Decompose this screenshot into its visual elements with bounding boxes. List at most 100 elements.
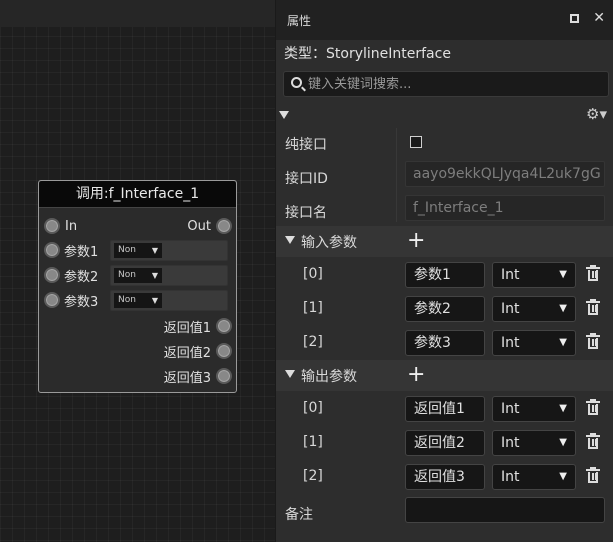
caret-down-icon: ▼ xyxy=(559,337,567,348)
caret-down-icon: ▼ xyxy=(151,271,158,280)
out-pin-label: Out xyxy=(187,218,211,234)
input-name-field-2[interactable]: 参数3 xyxy=(405,330,485,356)
input-type-2: Int xyxy=(501,335,520,351)
param-row-1: 参数1 Non ▼ xyxy=(44,238,234,262)
param-type-3: Non xyxy=(118,295,136,305)
output-name-field-0[interactable]: 返回值1 xyxy=(405,396,485,422)
graph-canvas[interactable]: 调用:f_Interface_1 In Out 参数1 Non ▼ 参数2 Non… xyxy=(0,0,275,542)
output-name-field-2[interactable]: 返回值3 xyxy=(405,464,485,490)
output-type-select-1[interactable]: Int ▼ xyxy=(492,430,576,456)
input-params-section[interactable]: 输入参数 + xyxy=(276,226,613,257)
return-label-3: 返回值3 xyxy=(163,370,211,386)
input-type-select-1[interactable]: Int ▼ xyxy=(492,296,576,322)
input-index-2: [2] xyxy=(303,334,323,350)
interface-id-label: 接口ID xyxy=(285,171,328,187)
param-label-1: 参数1 xyxy=(64,244,99,260)
close-icon[interactable]: ✕ xyxy=(593,11,605,25)
expand-triangle-icon[interactable] xyxy=(285,236,295,244)
out-pin[interactable] xyxy=(216,218,232,234)
trash-icon[interactable] xyxy=(586,265,600,282)
param-pin-1[interactable] xyxy=(44,242,60,258)
input-type-1: Int xyxy=(501,301,520,317)
caret-down-icon: ▼ xyxy=(559,437,567,448)
return-label-1: 返回值1 xyxy=(163,320,211,336)
panel-toolbar: ⚙▾ xyxy=(275,103,613,125)
in-pin[interactable] xyxy=(44,218,60,234)
in-pin-label: In xyxy=(65,218,78,234)
input-type-select-0[interactable]: Int ▼ xyxy=(492,262,576,288)
pure-interface-checkbox[interactable] xyxy=(410,136,422,148)
input-name-field-0[interactable]: 参数1 xyxy=(405,262,485,288)
pure-interface-row: 纯接口 xyxy=(276,126,613,160)
output-index-2: [2] xyxy=(303,468,323,484)
param-type-dropdown-1[interactable]: Non ▼ xyxy=(110,240,228,261)
param-pin-2[interactable] xyxy=(44,267,60,283)
output-index-1: [1] xyxy=(303,434,323,450)
param-type-1: Non xyxy=(118,245,136,255)
out-pin-row: Out xyxy=(187,214,232,238)
return-row-2: 返回值2 xyxy=(164,339,232,363)
trash-icon[interactable] xyxy=(586,333,600,350)
caret-down-icon: ▼ xyxy=(559,303,567,314)
output-type-0: Int xyxy=(501,401,520,417)
caret-down-icon: ▼ xyxy=(559,403,567,414)
param-label-3: 参数3 xyxy=(64,294,99,310)
search-box[interactable] xyxy=(283,71,609,97)
output-type-select-2[interactable]: Int ▼ xyxy=(492,464,576,490)
caret-down-icon: ▼ xyxy=(151,246,158,255)
return-pin-2[interactable] xyxy=(216,343,232,359)
param-pin-3[interactable] xyxy=(44,292,60,308)
caret-down-icon: ▼ xyxy=(559,471,567,482)
panel-header: 属性 ✕ xyxy=(276,0,613,40)
output-params-title: 输出参数 xyxy=(301,369,357,385)
output-type-2: Int xyxy=(501,469,520,485)
add-output-param-icon[interactable]: + xyxy=(407,364,425,386)
input-type-0: Int xyxy=(501,267,520,283)
return-label-2: 返回值2 xyxy=(163,345,211,361)
search-icon xyxy=(291,77,302,88)
trash-icon[interactable] xyxy=(586,299,600,316)
output-index-0: [0] xyxy=(303,400,323,416)
in-pin-row: In xyxy=(44,214,77,238)
return-row-3: 返回值3 xyxy=(164,364,232,388)
type-label: 类型：StorylineInterface xyxy=(284,46,451,62)
return-pin-3[interactable] xyxy=(216,368,232,384)
input-index-1: [1] xyxy=(303,300,323,316)
panel-title: 属性 xyxy=(287,13,312,28)
trash-icon[interactable] xyxy=(586,399,600,416)
collapse-all-icon[interactable] xyxy=(279,111,289,119)
note-field[interactable] xyxy=(405,497,605,523)
maximize-icon[interactable] xyxy=(570,13,580,23)
canvas-top-bar xyxy=(0,0,275,27)
add-input-param-icon[interactable]: + xyxy=(407,230,425,252)
input-type-select-2[interactable]: Int ▼ xyxy=(492,330,576,356)
output-type-select-0[interactable]: Int ▼ xyxy=(492,396,576,422)
return-row-1: 返回值1 xyxy=(164,314,232,338)
interface-id-field[interactable]: aayo9ekkQLJyqa4L2uk7gG xyxy=(405,161,605,187)
interface-call-node[interactable]: 调用:f_Interface_1 In Out 参数1 Non ▼ 参数2 Non… xyxy=(38,180,237,393)
return-pin-1[interactable] xyxy=(216,318,232,334)
input-params-title: 输入参数 xyxy=(301,235,357,251)
trash-icon[interactable] xyxy=(586,467,600,484)
input-name-field-1[interactable]: 参数2 xyxy=(405,296,485,322)
note-label: 备注 xyxy=(285,507,313,523)
output-type-1: Int xyxy=(501,435,520,451)
output-name-field-1[interactable]: 返回值2 xyxy=(405,430,485,456)
param-label-2: 参数2 xyxy=(64,269,99,285)
input-index-0: [0] xyxy=(303,266,323,282)
caret-down-icon: ▼ xyxy=(151,296,158,305)
param-type-dropdown-2[interactable]: Non ▼ xyxy=(110,265,228,286)
expand-triangle-icon[interactable] xyxy=(285,370,295,378)
gear-icon[interactable]: ⚙▾ xyxy=(586,105,607,123)
output-params-section[interactable]: 输出参数 + xyxy=(276,360,613,391)
node-title: 调用:f_Interface_1 xyxy=(39,181,236,208)
param-type-2: Non xyxy=(118,270,136,280)
pure-interface-label: 纯接口 xyxy=(285,137,327,153)
search-input[interactable] xyxy=(308,75,598,93)
caret-down-icon: ▼ xyxy=(559,269,567,280)
param-row-3: 参数3 Non ▼ xyxy=(44,288,234,312)
param-row-2: 参数2 Non ▼ xyxy=(44,263,234,287)
trash-icon[interactable] xyxy=(586,433,600,450)
param-type-dropdown-3[interactable]: Non ▼ xyxy=(110,290,228,311)
interface-name-field[interactable]: f_Interface_1 xyxy=(405,195,605,221)
